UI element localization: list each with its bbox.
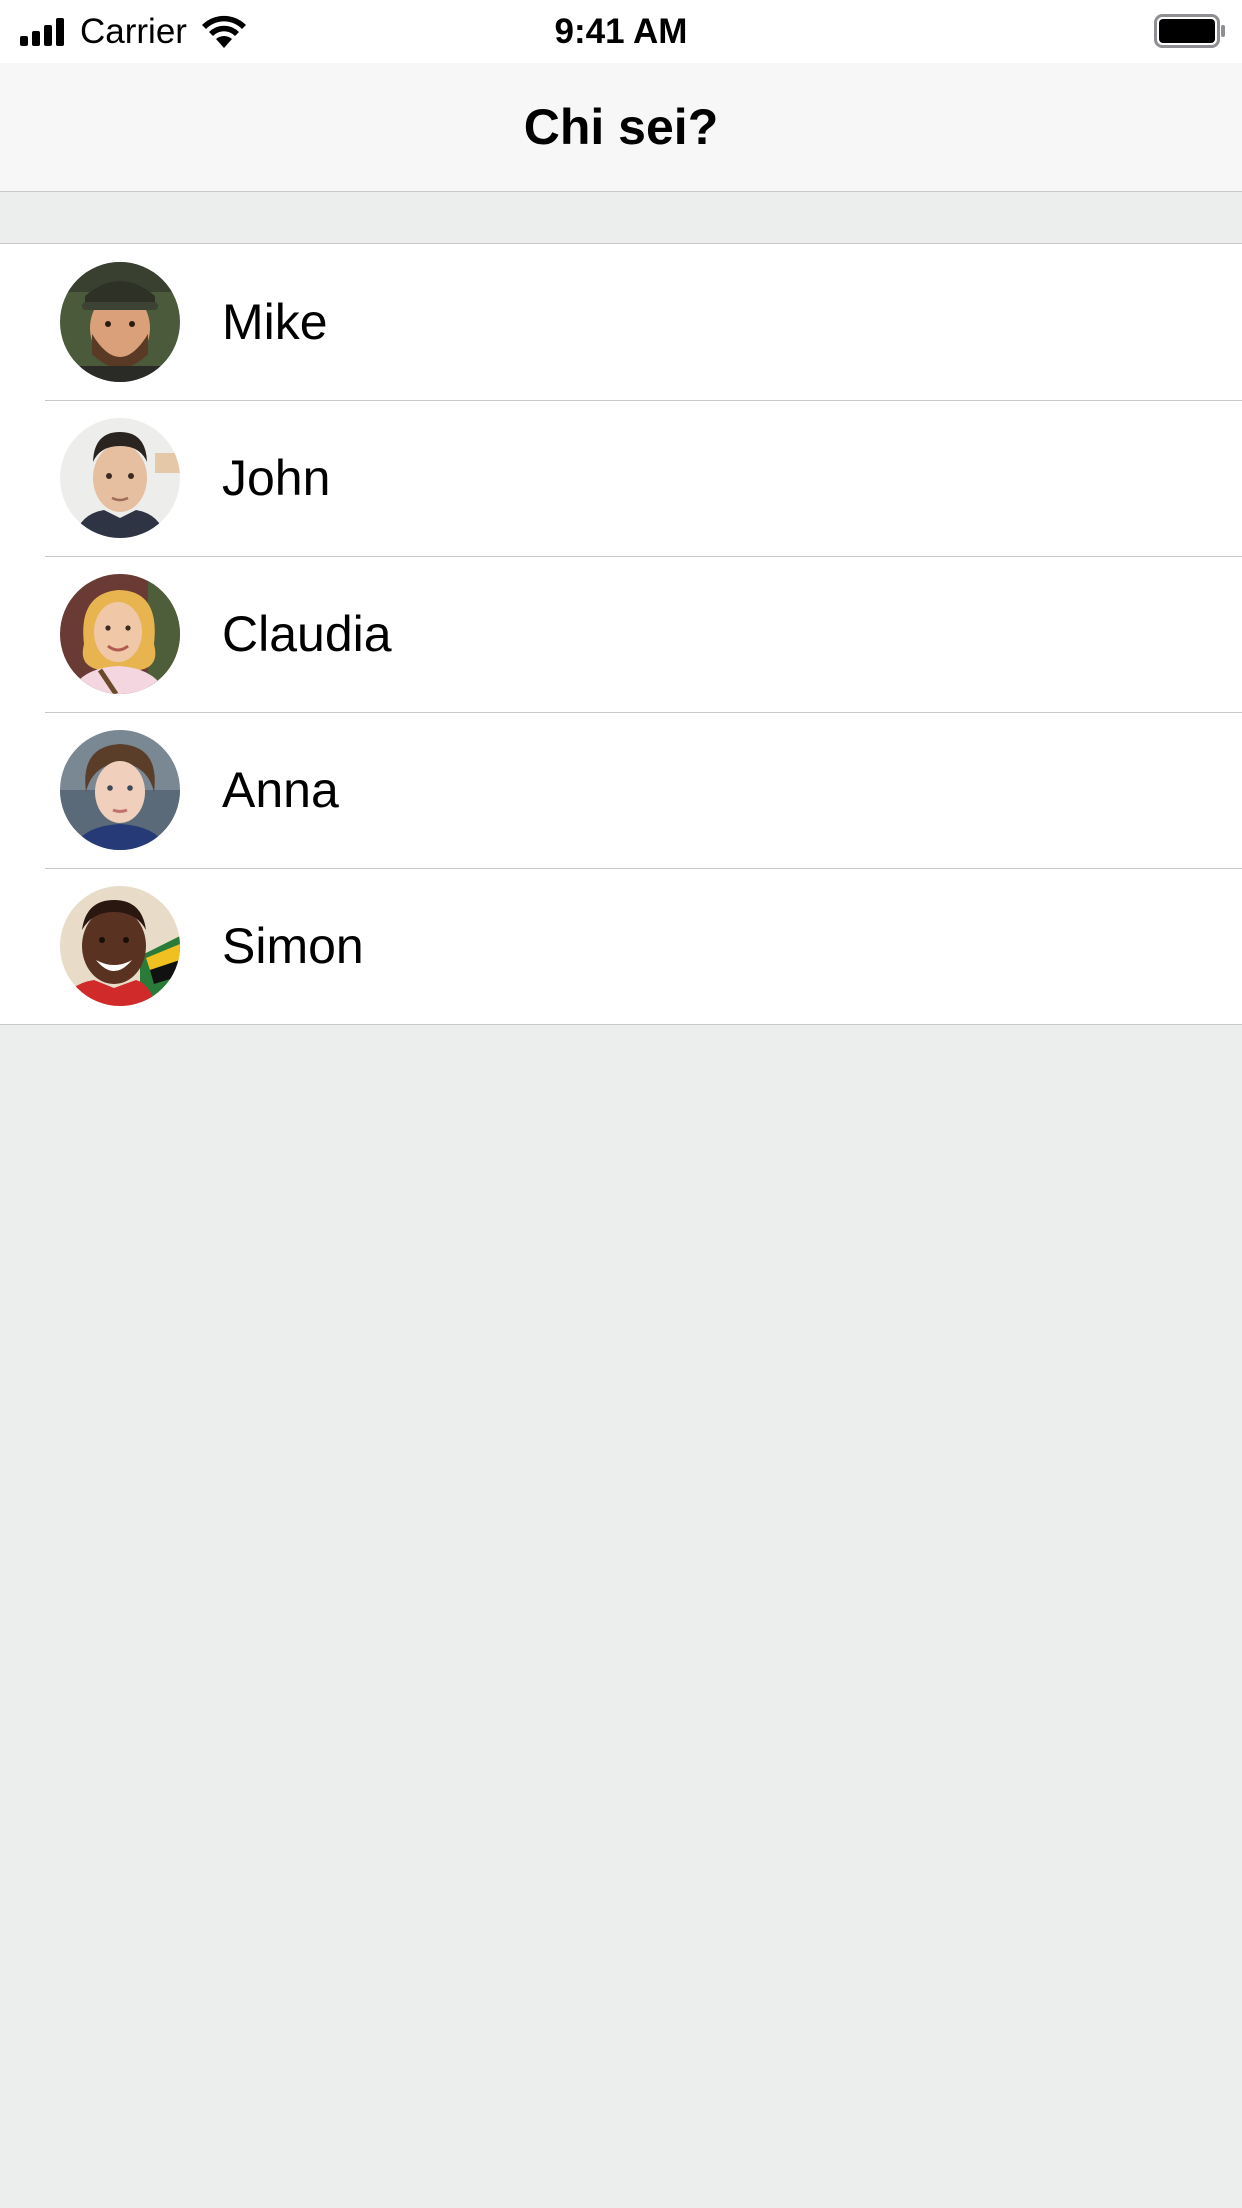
navigation-bar: Chi sei? <box>0 63 1242 192</box>
avatar <box>60 886 180 1006</box>
user-name: Claudia <box>222 606 392 662</box>
status-time: 9:41 AM <box>554 12 688 51</box>
page-title: Chi sei? <box>523 99 719 155</box>
user-name: Simon <box>222 918 364 974</box>
avatar <box>60 418 180 538</box>
user-name: Anna <box>222 762 339 818</box>
avatar <box>60 262 180 382</box>
status-bar: Carrier 9:41 AM <box>0 0 1242 63</box>
list-item-mike[interactable]: Mike <box>0 244 1242 400</box>
battery-icon <box>1154 14 1225 48</box>
avatar <box>60 574 180 694</box>
user-name: John <box>222 450 331 506</box>
list-item-simon[interactable]: Simon <box>0 868 1242 1024</box>
user-name: Mike <box>222 294 328 350</box>
user-list: Mike John Claudia Anna Simon <box>0 243 1242 1025</box>
list-item-john[interactable]: John <box>0 400 1242 556</box>
avatar <box>60 730 180 850</box>
list-item-anna[interactable]: Anna <box>0 712 1242 868</box>
list-item-claudia[interactable]: Claudia <box>0 556 1242 712</box>
